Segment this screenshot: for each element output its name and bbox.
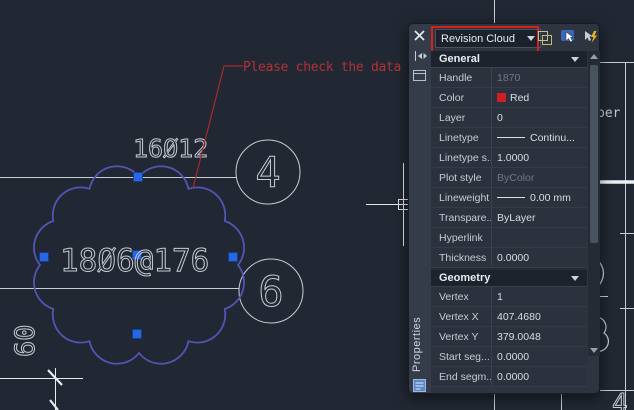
property-row-lineweight: Lineweight 0.00 mm	[431, 188, 587, 208]
property-label: Transpare...	[431, 208, 491, 227]
palette-scrollbar[interactable]	[588, 51, 600, 356]
property-row-linetype-scale: Linetype s... 1.0000	[431, 148, 587, 168]
palette-menu-icon[interactable]	[413, 70, 426, 81]
property-value[interactable]: 1	[491, 287, 587, 306]
property-value[interactable]: 1.0000	[491, 148, 587, 167]
property-label: Handle	[431, 68, 491, 87]
property-label: Lineweight	[431, 188, 491, 207]
property-label: Vertex	[431, 287, 491, 306]
property-value: ByColor	[491, 168, 587, 187]
property-value: 1870	[491, 68, 587, 87]
property-label: End segm...	[431, 367, 491, 386]
property-label: Linetype	[431, 128, 491, 147]
property-row-transparency: Transpare... ByLayer	[431, 208, 587, 228]
property-label: Start seg...	[431, 347, 491, 366]
property-value[interactable]: Red	[491, 88, 587, 107]
property-label: Plot style	[431, 168, 491, 187]
auto-hide-icon[interactable]	[413, 50, 427, 62]
chevron-down-icon	[571, 57, 579, 62]
property-row-plot-style: Plot style ByColor	[431, 168, 587, 188]
section-title: Geometry	[439, 272, 490, 284]
property-label: Hyperlink	[431, 228, 491, 247]
properties-tab-icon	[413, 379, 426, 392]
property-row-vertex-y: Vertex Y 379.0048	[431, 327, 587, 347]
property-row-color: Color Red	[431, 88, 587, 108]
properties-palette: Properties Revision Cloud	[408, 23, 600, 394]
dimension-left[interactable]	[0, 368, 83, 410]
annotation-highlight-box	[431, 26, 539, 53]
dimension-tick	[50, 400, 58, 410]
palette-tab-label[interactable]: Properties	[411, 306, 428, 372]
close-icon[interactable]	[413, 29, 426, 42]
property-row-hyperlink: Hyperlink	[431, 228, 587, 248]
pickadd-toggle-icon[interactable]	[537, 30, 553, 46]
property-row-linetype: Linetype Continu...	[431, 128, 587, 148]
crosshair-cursor	[366, 163, 409, 246]
fragment-number-bottom: 4	[612, 389, 628, 410]
property-label: Linetype s...	[431, 148, 491, 167]
rebar-text-cloud[interactable]: 18Ø6@176	[60, 243, 209, 279]
property-value[interactable]: 0	[491, 108, 587, 127]
property-value[interactable]: 0.0000	[491, 347, 587, 366]
property-label: Color	[431, 88, 491, 107]
scrollbar-thumb[interactable]	[590, 65, 598, 243]
property-row-handle: Handle 1870	[431, 68, 587, 88]
palette-title-bar[interactable]: Properties	[409, 24, 431, 393]
property-value[interactable]: ByLayer	[491, 208, 587, 227]
grip-top[interactable]	[134, 173, 143, 182]
markup-leader-line[interactable]	[193, 66, 243, 188]
property-row-end-segment: End segm... 0.0000	[431, 367, 587, 387]
color-swatch	[497, 93, 506, 102]
property-label: Vertex X	[431, 307, 491, 326]
section-header-general[interactable]: General	[431, 51, 587, 68]
property-row-start-segment: Start seg... 0.0000	[431, 347, 587, 367]
scroll-up-icon[interactable]	[590, 54, 598, 59]
scroll-down-icon[interactable]	[590, 348, 598, 353]
property-value[interactable]: 0.00 mm	[491, 188, 587, 207]
property-row-vertex: Vertex 1	[431, 287, 587, 307]
section-header-geometry[interactable]: Geometry	[431, 270, 587, 287]
select-objects-icon[interactable]	[560, 29, 576, 45]
grip-bottom[interactable]	[133, 330, 142, 339]
rebar-text-top[interactable]: 16Ø12	[133, 134, 208, 163]
property-value[interactable]	[491, 228, 587, 247]
property-value[interactable]: 379.0048	[491, 327, 587, 346]
property-value[interactable]: 407.4680	[491, 307, 587, 326]
property-label: Thickness	[431, 248, 491, 267]
grip-right[interactable]	[229, 253, 238, 262]
cad-application-window: 16Ø12 18Ø6@176 60 4 6 ber 4 Please check…	[0, 0, 634, 410]
property-label: Layer	[431, 108, 491, 127]
property-value[interactable]: 0.0000	[491, 248, 587, 267]
linetype-line-sample	[497, 137, 525, 138]
chevron-down-icon	[571, 276, 579, 281]
grip-left[interactable]	[40, 253, 49, 262]
property-row-thickness: Thickness 0.0000	[431, 248, 587, 268]
property-value[interactable]: 0.0000	[491, 367, 587, 386]
bubble-number-bottom[interactable]: 6	[258, 267, 283, 316]
section-title: General	[439, 53, 480, 65]
property-row-layer: Layer 0	[431, 108, 587, 128]
property-value[interactable]: Continu...	[491, 128, 587, 147]
bubble-number-top[interactable]: 4	[255, 148, 280, 197]
property-row-vertex-x: Vertex X 407.4680	[431, 307, 587, 327]
dimension-text-60[interactable]: 60	[10, 324, 41, 357]
fragment-text-ber: ber	[597, 106, 621, 121]
property-label: Vertex Y	[431, 327, 491, 346]
properties-grid: General Handle 1870 Color Red Layer 0	[431, 51, 587, 387]
markup-note-text[interactable]: Please check the data	[243, 60, 401, 75]
palette-body: Revision Cloud General Handle	[431, 24, 599, 393]
quick-select-icon[interactable]	[582, 29, 599, 45]
lineweight-line-sample	[497, 197, 525, 198]
